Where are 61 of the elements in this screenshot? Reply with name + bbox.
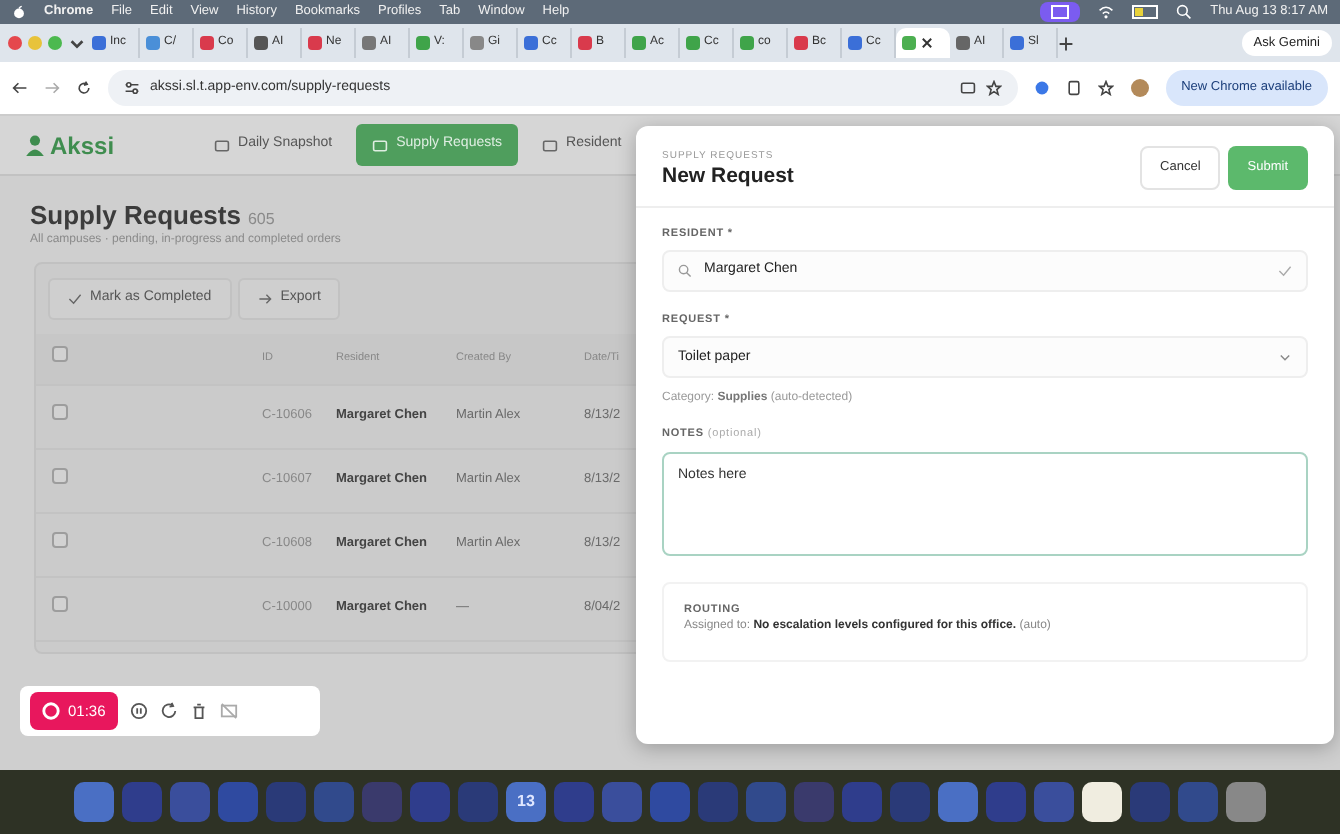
search-icon xyxy=(1176,4,1193,20)
tab-favicon-icon xyxy=(956,36,970,50)
battery-icon xyxy=(1132,2,1159,22)
chevron-down-icon xyxy=(1278,350,1292,365)
tab-favicon-icon xyxy=(470,36,484,50)
tab-favicon-icon xyxy=(686,36,700,50)
close-icon xyxy=(920,36,934,50)
tab-favicon-icon xyxy=(902,36,916,50)
tab-favicon-icon xyxy=(740,36,754,50)
nav-icon xyxy=(214,137,231,153)
tab-favicon-icon xyxy=(632,36,646,50)
tab-favicon-icon xyxy=(200,36,214,50)
reload-icon xyxy=(76,80,92,96)
screen-record-icon xyxy=(1040,2,1081,22)
nav-icon xyxy=(372,137,389,153)
tab-favicon-icon xyxy=(92,36,106,50)
row-checkbox[interactable] xyxy=(52,404,68,421)
logo-person-icon xyxy=(24,134,46,156)
tab-favicon-icon xyxy=(254,36,268,50)
wifi-icon xyxy=(1098,4,1115,20)
back-arrow-icon xyxy=(12,80,28,96)
tab-favicon-icon xyxy=(362,36,376,50)
check-icon xyxy=(68,291,82,306)
arrow-right-icon xyxy=(258,291,273,306)
nav-icon xyxy=(542,137,559,153)
tab-favicon-icon xyxy=(578,36,592,50)
plus-icon xyxy=(1058,35,1074,51)
tab-favicon-icon xyxy=(308,36,322,50)
check-icon xyxy=(1278,264,1292,278)
apple-icon xyxy=(12,4,26,20)
record-count: 605 xyxy=(247,208,275,232)
dock-app-icon[interactable] xyxy=(1082,782,1122,822)
restart-icon xyxy=(159,702,178,720)
browser-tab[interactable] xyxy=(896,28,950,58)
forward-arrow-icon xyxy=(44,80,60,96)
select-all-checkbox[interactable] xyxy=(52,346,68,363)
tab-favicon-icon xyxy=(524,36,538,50)
tab-favicon-icon xyxy=(416,36,430,50)
star-icon xyxy=(985,80,1002,96)
clipboard-icon xyxy=(1065,80,1082,96)
avatar-icon xyxy=(1129,78,1150,98)
camera-off-icon xyxy=(219,702,238,720)
chevron-down-icon xyxy=(68,34,86,52)
row-checkbox[interactable] xyxy=(52,596,68,613)
cast-icon xyxy=(959,80,976,96)
record-icon xyxy=(42,702,60,720)
trash-icon xyxy=(189,702,208,720)
tab-favicon-icon xyxy=(146,36,160,50)
tab-favicon-icon xyxy=(848,36,862,50)
star-icon xyxy=(1097,80,1114,96)
page-title: Supply Requests xyxy=(30,200,241,232)
modal-title: New Request xyxy=(662,164,794,190)
logo-text: Akssi xyxy=(50,129,115,163)
row-checkbox[interactable] xyxy=(52,532,68,549)
calendar-icon[interactable]: 13 xyxy=(506,782,546,822)
site-settings-icon xyxy=(124,80,140,96)
search-icon xyxy=(678,264,692,278)
tab-favicon-icon xyxy=(794,36,808,50)
tab-favicon-icon xyxy=(1010,36,1024,50)
pause-icon xyxy=(129,702,148,720)
row-checkbox[interactable] xyxy=(52,468,68,485)
